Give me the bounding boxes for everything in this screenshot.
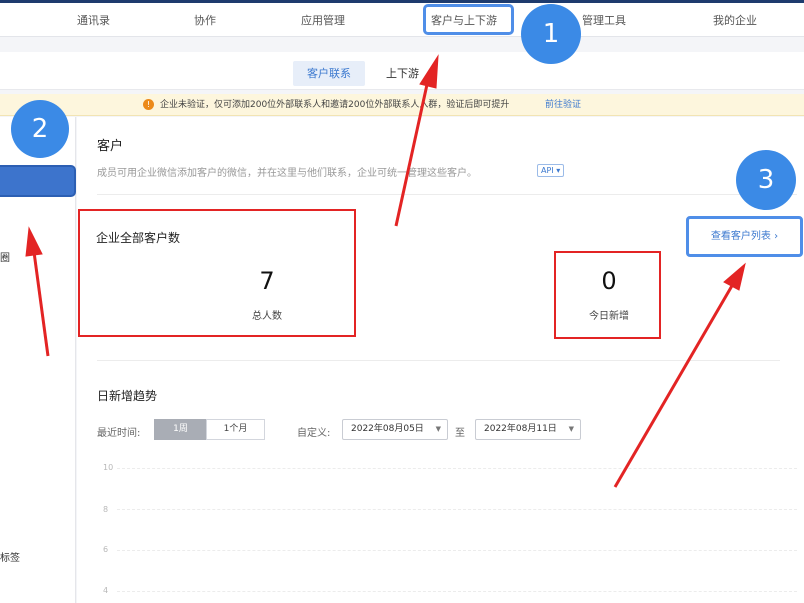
grid-line (117, 591, 797, 592)
sub-tab-bar: 客户联系 上下游 (0, 52, 804, 90)
highlight-box-today (554, 251, 661, 339)
verification-notice: ! 企业未验证，仅可添加200位外部联系人和邀请200位外部联系人入群，验证后即… (0, 94, 804, 116)
warning-icon: ! (143, 99, 154, 110)
range-month-button[interactable]: 1个月 (206, 419, 265, 440)
sidebar-item-active[interactable] (0, 165, 76, 197)
annotation-circle-1: 1 (521, 4, 581, 64)
divider (97, 360, 780, 361)
nav-contacts[interactable]: 通讯录 (77, 12, 110, 28)
caret-down-icon: ▼ (568, 425, 574, 433)
nav-active-highlight (423, 4, 514, 35)
page-title: 客户 (97, 139, 124, 154)
main-content: 客户 成员可用企业微信添加客户的微信，并在这里与他们联系，企业可统一管理这些客户… (77, 117, 804, 603)
divider (97, 194, 797, 195)
view-customer-list-button[interactable]: 查看客户列表 › (686, 216, 803, 257)
tab-upstream-downstream[interactable]: 上下游 (372, 61, 433, 86)
to-label: 至 (455, 428, 465, 439)
y-tick: 6 (103, 545, 109, 554)
page-description: 成员可用企业微信添加客户的微信，并在这里与他们联系，企业可统一管理这些客户。 (97, 168, 477, 179)
end-date-select[interactable]: 2022年08月11日 ▼ (475, 419, 581, 440)
nav-my-enterprise[interactable]: 我的企业 (713, 12, 757, 28)
nav-collaboration[interactable]: 协作 (194, 12, 216, 28)
start-date-value: 2022年08月05日 (351, 424, 424, 434)
y-tick: 8 (103, 505, 109, 514)
end-date-value: 2022年08月11日 (484, 424, 557, 434)
grid-line (117, 468, 797, 469)
verify-link[interactable]: 前往验证 (545, 94, 581, 116)
custom-label: 自定义: (297, 428, 331, 439)
top-navigation: 通讯录 协作 应用管理 客户与上下游 管理工具 我的企业 (0, 3, 804, 37)
annotation-circle-2: 2 (11, 100, 69, 158)
y-tick: 4 (103, 586, 109, 595)
nav-app-management[interactable]: 应用管理 (301, 12, 345, 28)
api-badge[interactable]: API ▾ (537, 164, 565, 177)
sidebar-item-tags[interactable]: 标签 (0, 549, 20, 564)
caret-down-icon: ▼ (435, 425, 441, 433)
sidebar: 圈 标签 (0, 117, 76, 603)
recent-time-label: 最近时间: (97, 428, 141, 439)
notice-text: 企业未验证，仅可添加200位外部联系人和邀请200位外部联系人入群，验证后即可提… (160, 100, 510, 110)
tab-customer-contact[interactable]: 客户联系 (293, 61, 365, 86)
range-week-button[interactable]: 1周 (154, 419, 207, 440)
y-tick: 10 (103, 463, 114, 472)
sidebar-item-fragment[interactable]: 圈 (0, 249, 10, 264)
nav-management-tools[interactable]: 管理工具 (582, 12, 626, 28)
annotation-circle-3: 3 (736, 150, 796, 210)
grid-line (117, 509, 797, 510)
start-date-select[interactable]: 2022年08月05日 ▼ (342, 419, 448, 440)
highlight-box-total (78, 209, 356, 337)
trend-title: 日新增趋势 (97, 389, 158, 403)
grid-line (117, 550, 797, 551)
